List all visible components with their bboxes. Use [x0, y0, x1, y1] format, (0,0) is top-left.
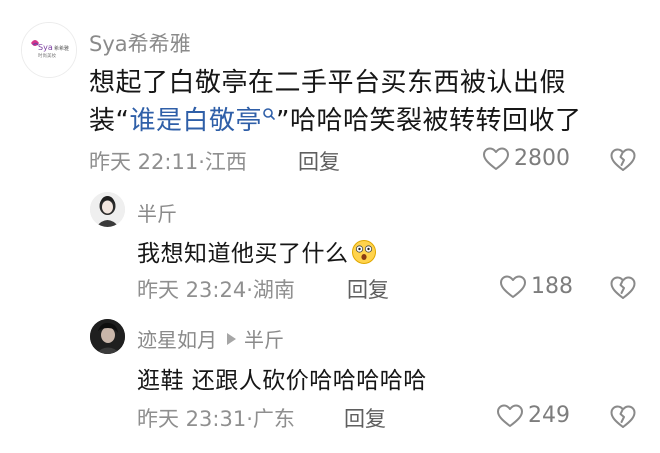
comment-item: Sya 希希雅 时尚美妆 Sya希希雅 想起了白敬亭在二手平台买东西被认出假 装… [0, 0, 660, 180]
heart-icon [496, 404, 524, 428]
comment-meta: 昨天 23:31·广东 [137, 407, 295, 431]
comment-meta: 昨天 22:11·江西 [89, 150, 247, 174]
reply-button[interactable]: 回复 [344, 403, 386, 433]
like-count: 249 [528, 403, 570, 428]
surprised-emoji-icon [351, 239, 377, 271]
avatar-photo-icon [90, 192, 125, 227]
heart-icon [499, 275, 527, 299]
author-name[interactable]: 迹星如月 [137, 324, 217, 353]
avatar-caption: 时尚美妆 [38, 52, 56, 59]
reply-button[interactable]: 回复 [298, 146, 340, 176]
reply-arrow-icon [227, 332, 236, 345]
comment-item: 迹星如月 半斤 逛鞋 还跟人砍价哈哈哈哈哈 昨天 23:31·广东 回复 249 [0, 305, 660, 453]
like-count: 2800 [514, 146, 570, 171]
comment-meta: 昨天 23:24·湖南 [137, 278, 295, 302]
comment-text: 逛鞋 还跟人砍价哈哈哈哈哈 [137, 368, 427, 394]
comment-text: 想起了白敬亭在二手平台买东西被认出假 [89, 68, 567, 98]
comment-text-line: 我想知道他买了什么 [137, 234, 377, 271]
brand-logo-icon: Sya 希希雅 时尚美妆 [22, 23, 76, 77]
comment-text-part: ”哈哈哈笑裂被转转回收了 [276, 106, 582, 136]
avatar[interactable] [90, 192, 125, 227]
avatar-brand-text: Sya [38, 43, 53, 52]
like-button[interactable]: 249 [496, 403, 570, 428]
comment-text-line2: 装“谁是白敬亭 ”哈哈哈笑裂被转转回收了 [89, 100, 581, 137]
broken-heart-icon[interactable] [610, 148, 636, 176]
reply-to-name[interactable]: 半斤 [244, 324, 284, 353]
avatar-brand-subtext: 希希雅 [54, 45, 69, 52]
search-link[interactable]: 谁是白敬亭 [129, 106, 262, 136]
reply-button[interactable]: 回复 [347, 274, 389, 304]
comment-text-part: 装“ [89, 106, 130, 136]
comment-item: 半斤 我想知道他买了什么 昨天 23:24·湖南 回复 188 [0, 180, 660, 305]
comment-text: 我想知道他买了什么 [137, 241, 349, 267]
avatar[interactable] [90, 319, 125, 354]
search-icon[interactable] [262, 100, 276, 130]
author-name[interactable]: 半斤 [137, 198, 177, 227]
author-name[interactable]: Sya希希雅 [89, 28, 191, 58]
broken-heart-icon[interactable] [610, 405, 636, 433]
like-count: 188 [531, 274, 573, 299]
heart-icon [482, 147, 510, 171]
avatar[interactable]: Sya 希希雅 时尚美妆 [21, 22, 77, 78]
like-button[interactable]: 188 [499, 274, 573, 299]
like-button[interactable]: 2800 [482, 146, 570, 171]
avatar-photo-icon [90, 319, 125, 354]
broken-heart-icon[interactable] [610, 276, 636, 304]
author-name-row: 迹星如月 半斤 [137, 324, 284, 353]
